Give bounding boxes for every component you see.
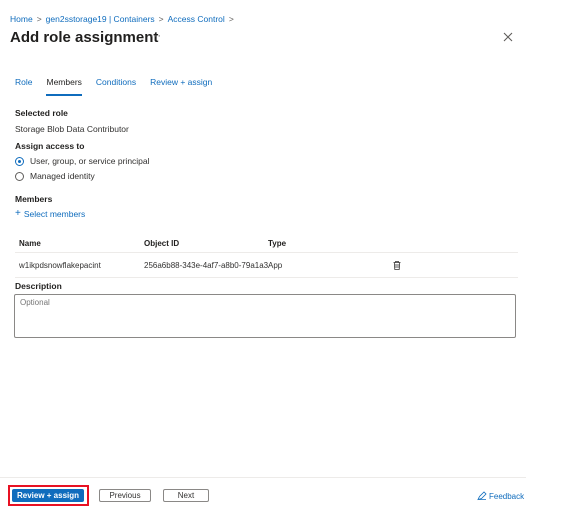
next-button[interactable]: Next <box>163 489 209 502</box>
column-object-id: Object ID <box>144 238 180 248</box>
breadcrumb: Home > gen2sstorage19 | Containers > Access … <box>10 14 238 24</box>
footer-divider <box>0 477 526 478</box>
tab-members[interactable]: Members <box>46 77 82 96</box>
previous-button[interactable]: Previous <box>99 489 151 502</box>
feedback-link[interactable]: Feedback <box>477 491 524 501</box>
members-table: Name Object ID Type w1ikpdsnowflakepacin… <box>15 234 518 278</box>
member-object-id: 256a6b88-343e-4af7-a8b0-79a1a3… <box>144 260 268 270</box>
member-type: App <box>268 260 283 270</box>
feedback-icon <box>477 491 487 501</box>
more-options-button[interactable]: ··· <box>150 30 161 42</box>
radio-label: Managed identity <box>30 171 95 181</box>
selected-role-value: Storage Blob Data Contributor <box>15 124 129 134</box>
plus-icon: + <box>15 208 21 219</box>
breadcrumb-separator: > <box>158 14 164 24</box>
breadcrumb-access-control[interactable]: Access Control <box>168 14 225 24</box>
column-type: Type <box>268 238 287 248</box>
trash-icon[interactable] <box>393 260 401 270</box>
table-row: w1ikpdsnowflakepacint 256a6b88-343e-4af7… <box>15 253 518 278</box>
table-header: Name Object ID Type <box>15 234 518 253</box>
breadcrumb-separator: > <box>36 14 42 24</box>
radio-managed-identity[interactable]: Managed identity <box>15 171 95 181</box>
radio-checked-icon[interactable] <box>15 156 24 166</box>
select-members-label: Select members <box>23 209 86 219</box>
selected-role-label: Selected role <box>15 108 68 118</box>
select-members-link[interactable]: + Select members <box>15 208 86 220</box>
member-name: w1ikpdsnowflakepacint <box>19 260 101 270</box>
description-label: Description <box>15 281 62 291</box>
feedback-label: Feedback <box>489 491 525 501</box>
tab-conditions[interactable]: Conditions <box>96 77 136 94</box>
assign-access-label: Assign access to <box>15 141 85 151</box>
tab-bar: Role Members Conditions Review + assign <box>15 77 226 96</box>
role-assignment-panel: Home > gen2sstorage19 | Containers > Access … <box>0 0 526 531</box>
description-input[interactable] <box>14 294 516 338</box>
members-label: Members <box>15 194 53 204</box>
radio-label: User, group, or service principal <box>30 156 150 166</box>
tab-review-assign[interactable]: Review + assign <box>150 77 212 94</box>
radio-unchecked-icon[interactable] <box>15 171 24 181</box>
breadcrumb-containers[interactable]: gen2sstorage19 | Containers <box>46 14 155 24</box>
review-assign-button[interactable]: Review + assign <box>12 489 84 502</box>
page-title: Add role assignment <box>10 29 159 46</box>
delete-member-button[interactable] <box>393 260 433 270</box>
breadcrumb-separator: > <box>228 14 234 24</box>
tab-role[interactable]: Role <box>15 77 32 94</box>
breadcrumb-home[interactable]: Home <box>10 14 33 24</box>
column-name: Name <box>19 238 41 248</box>
close-icon[interactable] <box>502 31 514 43</box>
radio-user-group-sp[interactable]: User, group, or service principal <box>15 156 150 166</box>
